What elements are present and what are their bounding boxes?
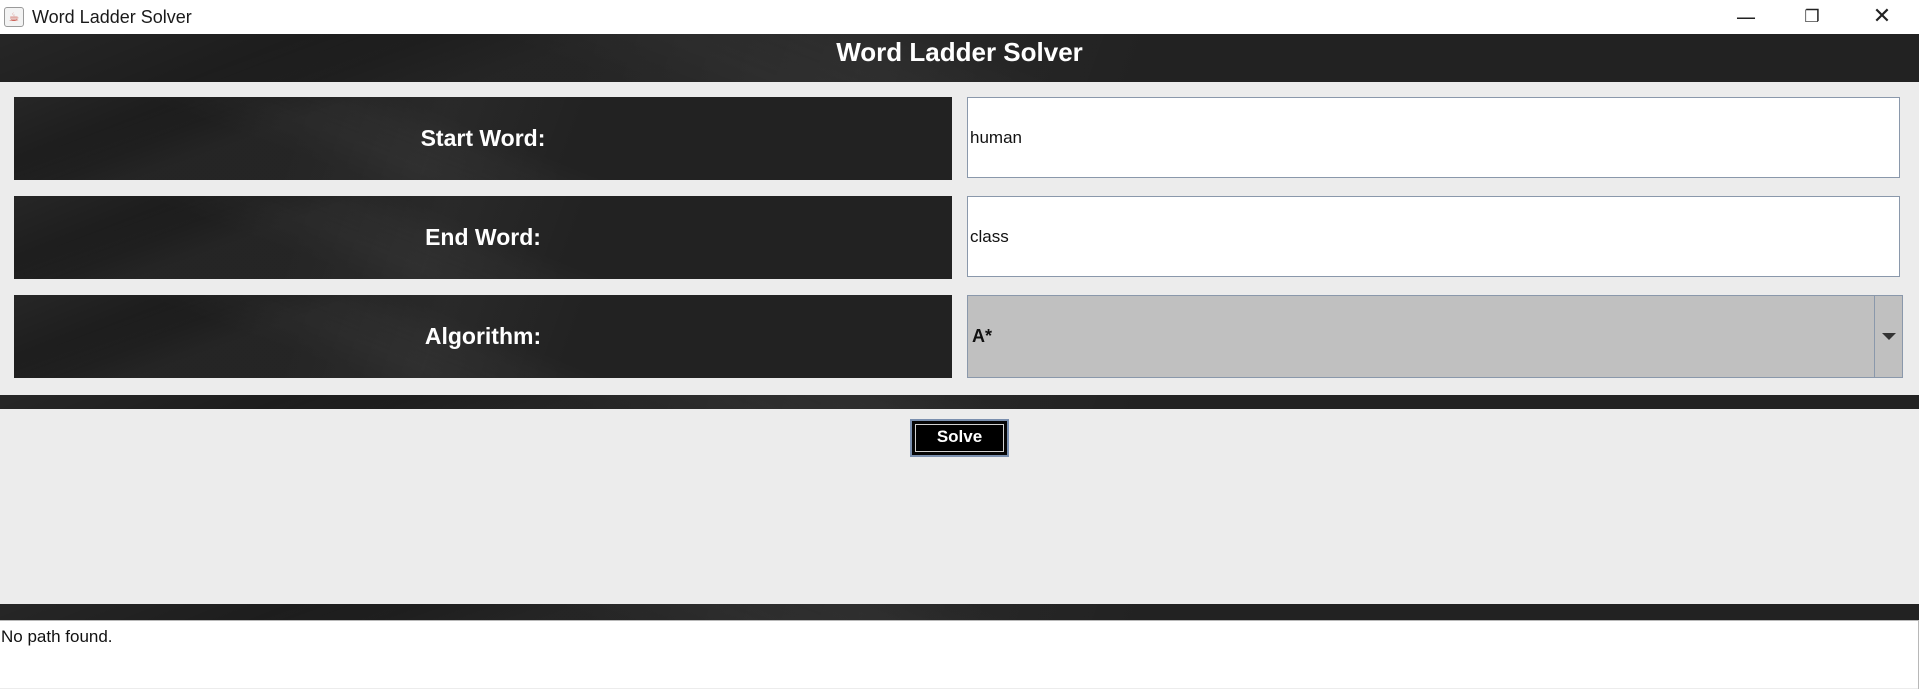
start-word-input[interactable] xyxy=(967,97,1900,178)
header-banner: Word Ladder Solver xyxy=(0,34,1919,82)
output-text-area[interactable]: No path found. xyxy=(0,620,1919,689)
algorithm-select[interactable]: A* xyxy=(967,295,1903,378)
minimize-button[interactable]: — xyxy=(1716,0,1776,34)
algorithm-label: Algorithm: xyxy=(424,323,542,349)
algorithm-label-panel: Algorithm: xyxy=(14,295,952,378)
output-text: No path found. xyxy=(1,627,113,646)
end-word-label: End Word: xyxy=(425,224,541,250)
maximize-button[interactable]: ❐ xyxy=(1782,0,1842,34)
start-word-label: Start Word: xyxy=(420,125,546,151)
start-word-label-panel: Start Word: xyxy=(14,97,952,180)
end-word-label-panel: End Word: xyxy=(14,196,952,279)
dropdown-arrow-button[interactable] xyxy=(1874,296,1902,377)
java-cup-icon: ☕ xyxy=(4,7,24,27)
solve-button[interactable]: Solve xyxy=(910,419,1009,457)
close-button[interactable]: ✕ xyxy=(1852,0,1912,34)
solve-button-label: Solve xyxy=(915,424,1004,452)
algorithm-selected-value: A* xyxy=(972,326,993,346)
window-title: Word Ladder Solver xyxy=(32,7,192,27)
page-title: Word Ladder Solver xyxy=(836,37,1083,67)
end-word-input[interactable] xyxy=(967,196,1900,277)
window-titlebar: ☕ Word Ladder Solver — ❐ ✕ xyxy=(0,0,1919,34)
divider-band xyxy=(0,395,1919,409)
chevron-down-icon xyxy=(1882,333,1896,340)
divider-band xyxy=(0,604,1919,620)
